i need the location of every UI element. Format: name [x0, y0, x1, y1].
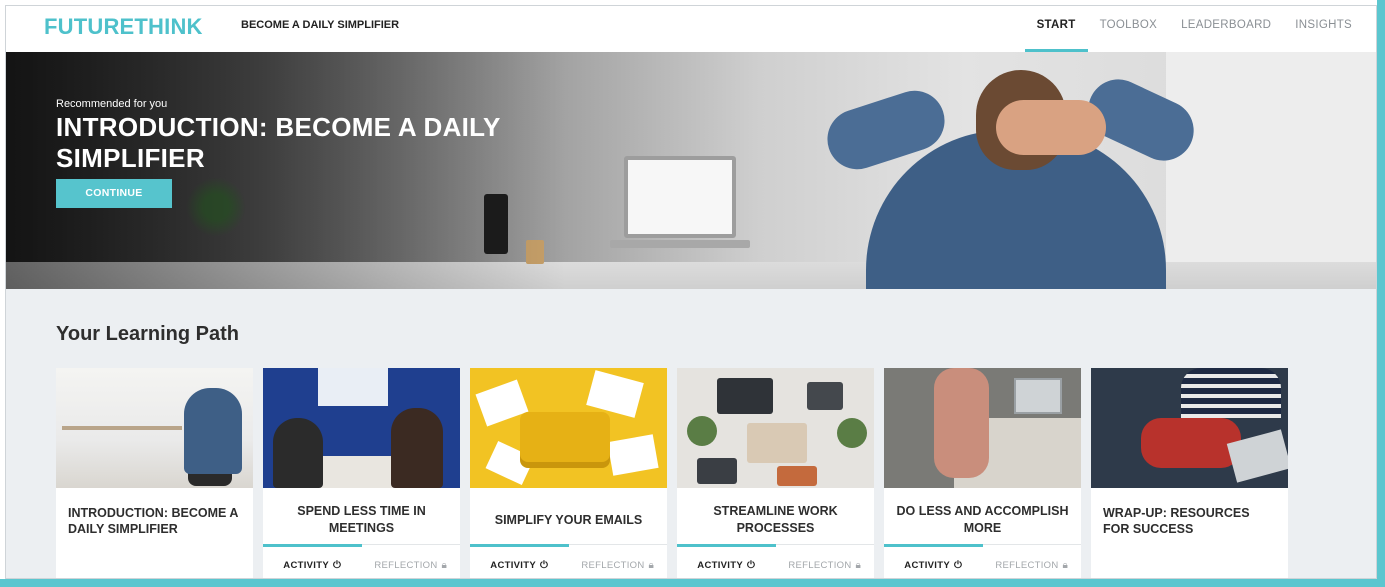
image-plant — [687, 416, 717, 446]
nav-start[interactable]: START — [1024, 6, 1088, 52]
hero-laptop-base — [610, 240, 750, 248]
continue-button[interactable]: CONTINUE — [56, 179, 172, 208]
image-person — [1181, 368, 1281, 418]
nav-insights[interactable]: INSIGHTS — [1283, 6, 1364, 52]
reflection-tab[interactable]: REFLECTION 🔒︎ — [362, 545, 461, 578]
activity-tab[interactable]: ACTIVITY ⏻ — [263, 544, 362, 578]
image-swatches — [777, 466, 817, 486]
person-hands — [996, 100, 1106, 155]
image-typewriter — [520, 412, 610, 462]
image-laptop — [697, 458, 737, 484]
top-nav-bar: FUTURETHINK BECOME A DAILY SIMPLIFIER ST… — [6, 6, 1376, 52]
activity-tab-label: ACTIVITY — [283, 560, 329, 571]
module-card-emails[interactable]: SIMPLIFY YOUR EMAILS ACTIVITY ⏻ REFLECTIO… — [470, 368, 668, 578]
activity-tab-label: ACTIVITY — [490, 560, 536, 571]
module-card-wrap-up[interactable]: WRAP-UP: RESOURCES FOR SUCCESS — [1091, 368, 1288, 578]
activity-tab-label: ACTIVITY — [697, 560, 743, 571]
brand-logo[interactable]: FUTURETHINK — [44, 14, 203, 40]
reflection-tab-label: REFLECTION — [374, 560, 438, 571]
module-title: SIMPLIFY YOUR EMAILS — [494, 512, 643, 527]
lock-icon: 🔒︎ — [441, 560, 448, 571]
nav-toolbox[interactable]: TOOLBOX — [1088, 6, 1170, 52]
hero-banner: Recommended for you INTRODUCTION: BECOME… — [6, 52, 1376, 289]
image-person — [273, 418, 323, 488]
image-plant — [837, 418, 867, 448]
module-image — [263, 368, 460, 488]
image-paper — [586, 370, 644, 418]
main-nav: START TOOLBOX LEADERBOARD INSIGHTS — [1024, 6, 1364, 52]
activity-tab[interactable]: ACTIVITY ⏻ — [677, 544, 776, 578]
reflection-tab-label: REFLECTION — [995, 560, 1059, 571]
module-tabs: ACTIVITY ⏻ REFLECTION 🔒︎ — [263, 544, 461, 578]
module-image — [884, 368, 1081, 488]
image-laptop — [717, 378, 773, 414]
frame-accent-bottom — [0, 579, 1385, 587]
hero-laptop-image — [624, 156, 736, 238]
module-card-meetings[interactable]: SPEND LESS TIME IN MEETINGS ACTIVITY ⏻ RE… — [263, 368, 461, 578]
activity-tab[interactable]: ACTIVITY ⏻ — [470, 544, 569, 578]
lock-icon: 🔒︎ — [1062, 560, 1069, 571]
module-tabs: ACTIVITY ⏻ REFLECTION 🔒︎ — [884, 544, 1082, 578]
hero-kicker: Recommended for you — [56, 98, 168, 110]
app-window: FUTURETHINK BECOME A DAILY SIMPLIFIER ST… — [5, 5, 1377, 579]
module-card-processes[interactable]: STREAMLINE WORK PROCESSES ACTIVITY ⏻ REFL… — [677, 368, 875, 578]
image-laptop — [1014, 378, 1062, 414]
module-title: SPEND LESS TIME IN MEETINGS — [297, 504, 426, 535]
power-icon: ⏻ — [539, 560, 549, 571]
power-icon: ⏻ — [953, 560, 963, 571]
module-card-introduction[interactable]: INTRODUCTION: BECOME A DAILY SIMPLIFIER — [56, 368, 253, 578]
image-screen — [318, 368, 388, 406]
reflection-tab-label: REFLECTION — [788, 560, 852, 571]
module-image — [56, 368, 253, 488]
image-papers — [747, 423, 807, 463]
module-image — [677, 368, 874, 488]
image-tablet — [807, 382, 843, 410]
reflection-tab[interactable]: REFLECTION 🔒︎ — [983, 545, 1082, 578]
frame-accent-right — [1377, 0, 1385, 587]
image-person — [391, 408, 443, 488]
reflection-tab[interactable]: REFLECTION 🔒︎ — [776, 545, 875, 578]
learning-path-cards: INTRODUCTION: BECOME A DAILY SIMPLIFIER … — [56, 368, 1288, 578]
module-card-do-less[interactable]: DO LESS AND ACCOMPLISH MORE ACTIVITY ⏻ RE… — [884, 368, 1082, 578]
learning-path-title: Your Learning Path — [56, 323, 239, 345]
activity-tab-label: ACTIVITY — [904, 560, 950, 571]
image-person — [184, 388, 242, 474]
module-title: STREAMLINE WORK PROCESSES — [713, 504, 838, 535]
module-tabs: ACTIVITY ⏻ REFLECTION 🔒︎ — [470, 544, 668, 578]
module-title: INTRODUCTION: BECOME A DAILY SIMPLIFIER — [68, 506, 238, 536]
hero-person-image — [819, 69, 1206, 289]
module-title: DO LESS AND ACCOMPLISH MORE — [896, 504, 1069, 535]
image-paper — [607, 434, 659, 476]
module-image — [1091, 368, 1288, 488]
module-tabs: ACTIVITY ⏻ REFLECTION 🔒︎ — [677, 544, 875, 578]
lock-icon: 🔒︎ — [648, 560, 655, 571]
reflection-tab[interactable]: REFLECTION 🔒︎ — [569, 545, 668, 578]
image-table — [62, 426, 182, 430]
lock-icon: 🔒︎ — [855, 560, 862, 571]
image-person — [934, 368, 989, 478]
module-image — [470, 368, 667, 488]
power-icon: ⏻ — [746, 560, 756, 571]
course-title: BECOME A DAILY SIMPLIFIER — [241, 19, 400, 31]
power-icon: ⏻ — [332, 560, 342, 571]
activity-tab[interactable]: ACTIVITY ⏻ — [884, 544, 983, 578]
nav-leaderboard[interactable]: LEADERBOARD — [1169, 6, 1283, 52]
hero-title: INTRODUCTION: BECOME A DAILY SIMPLIFIER — [56, 112, 501, 173]
reflection-tab-label: REFLECTION — [581, 560, 645, 571]
module-title: WRAP-UP: RESOURCES FOR SUCCESS — [1103, 506, 1250, 536]
